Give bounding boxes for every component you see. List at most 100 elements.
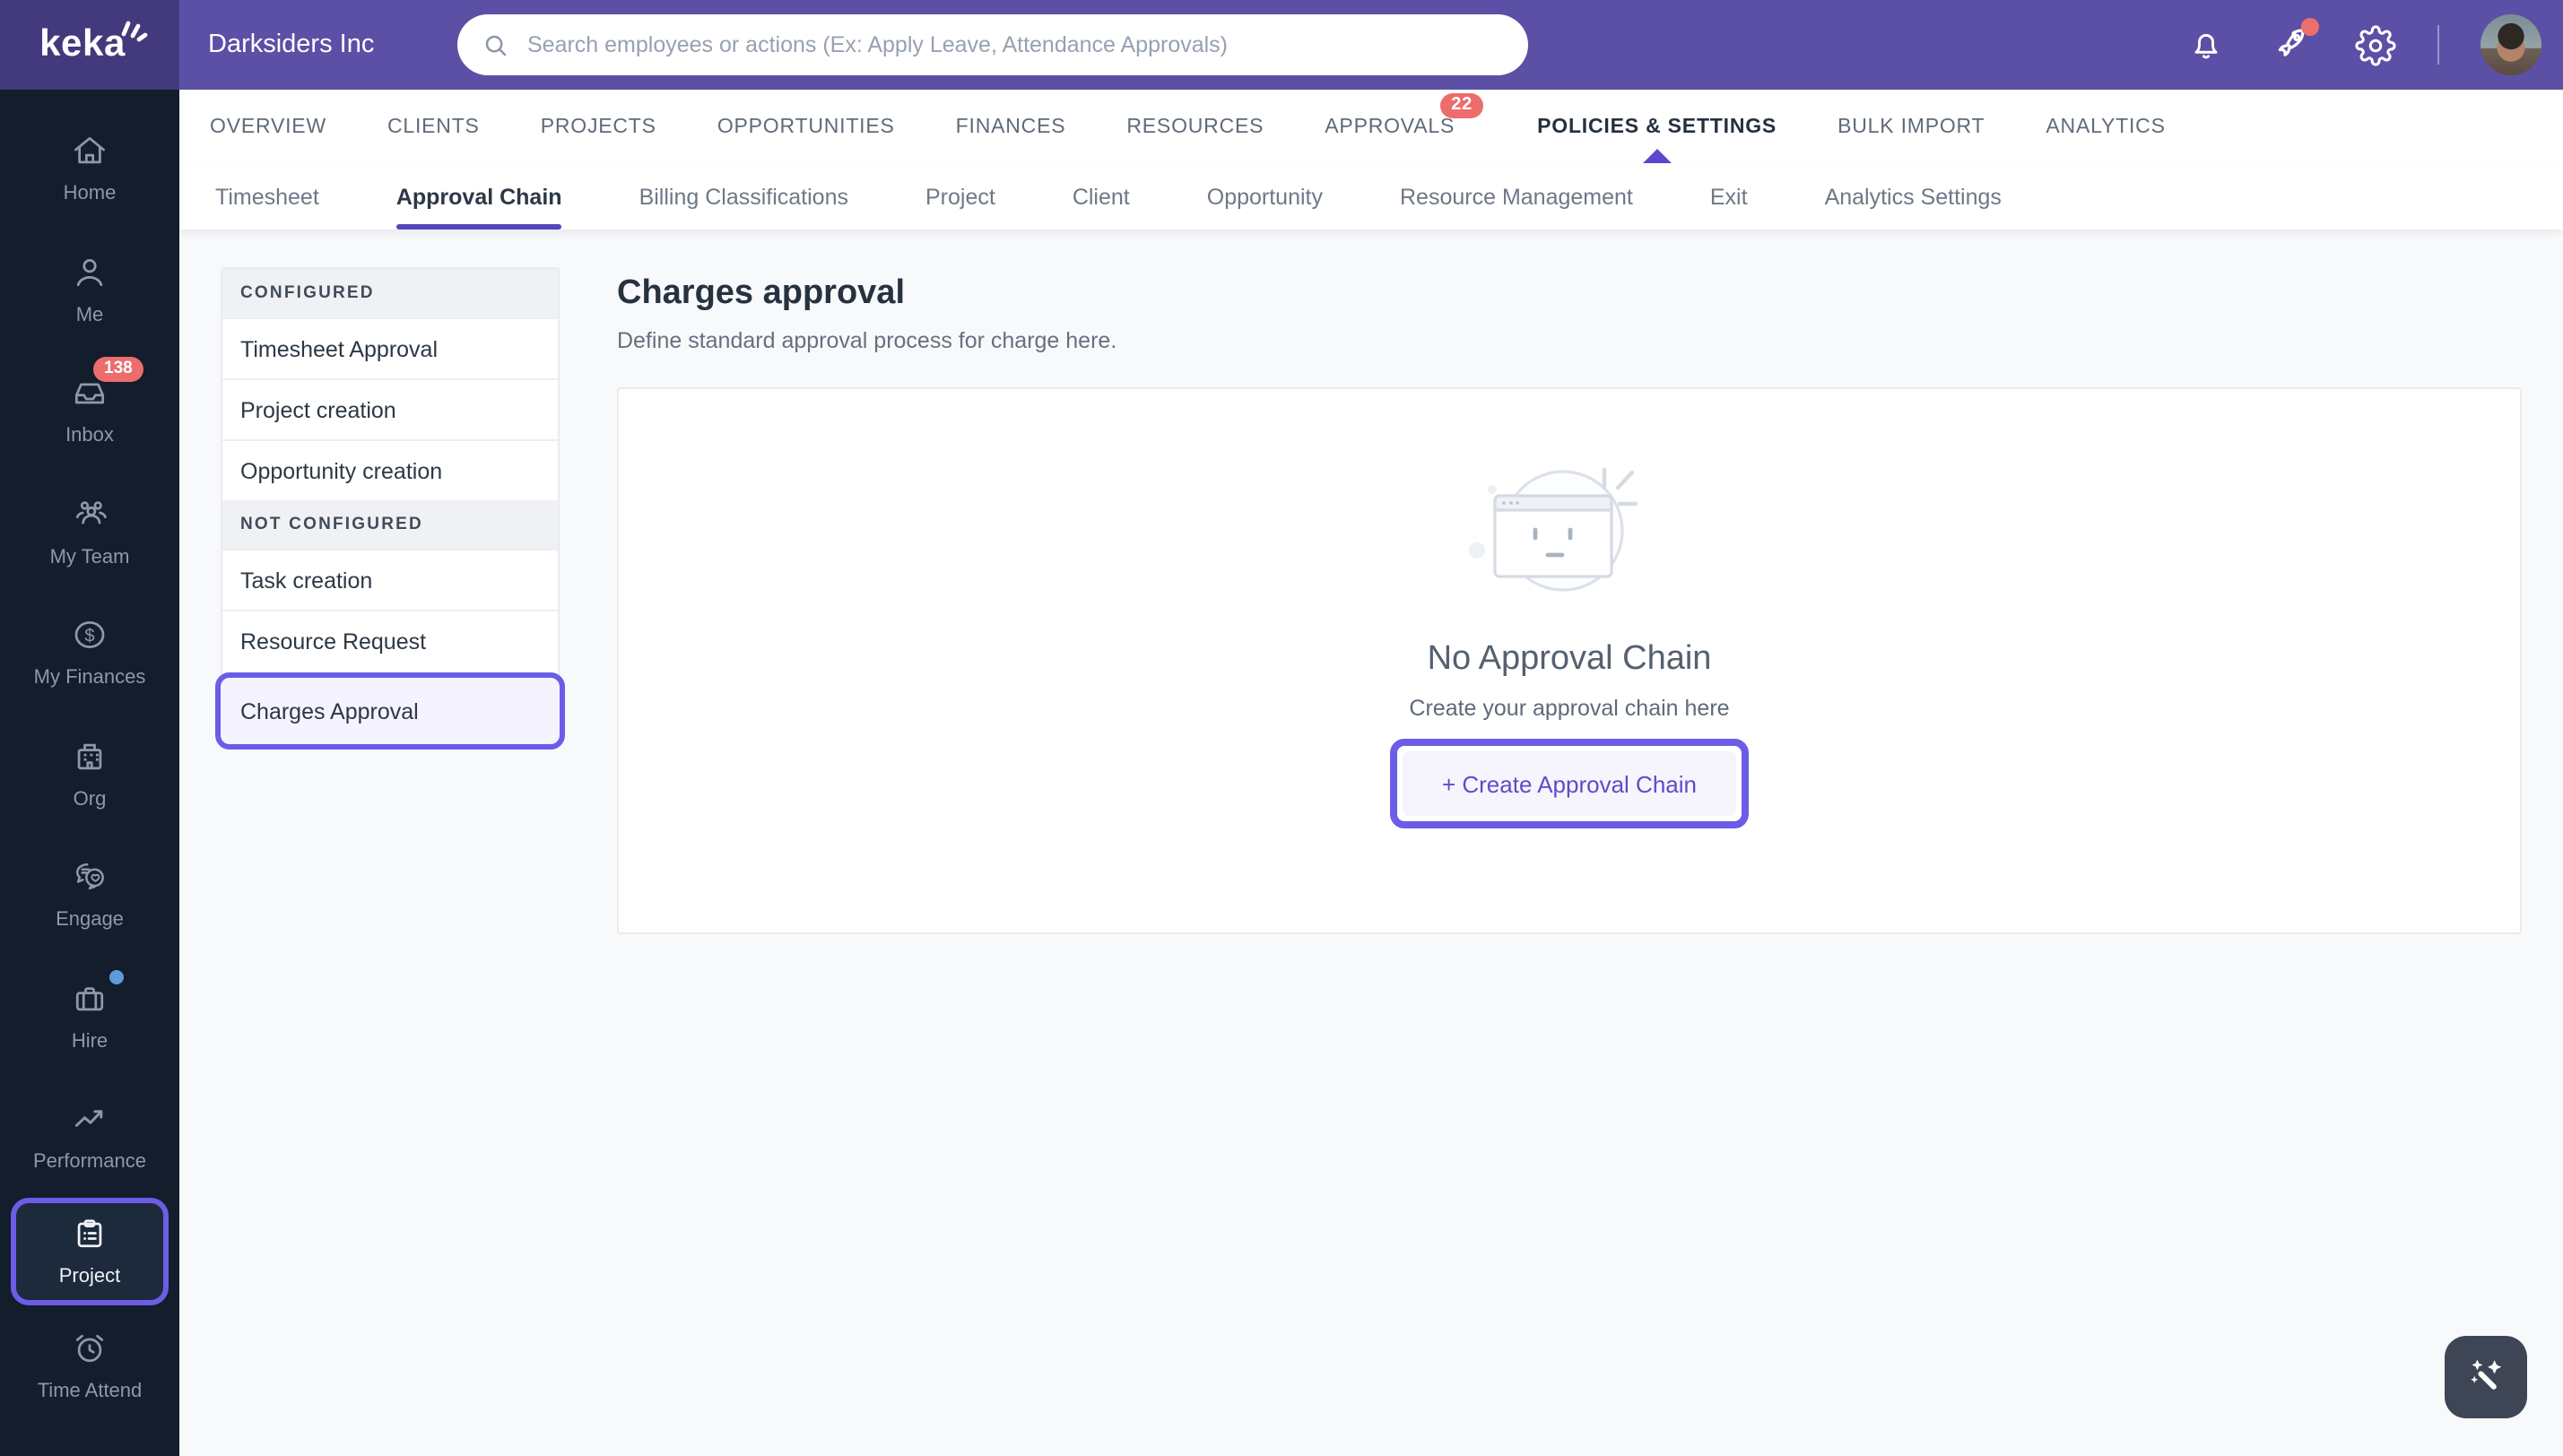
tab-resources[interactable]: RESOURCES	[1126, 90, 1264, 163]
empty-state-illustration	[1469, 467, 1638, 592]
svg-text:$: $	[84, 627, 94, 646]
subtab-billing-classifications[interactable]: Billing Classifications	[639, 163, 848, 230]
sidebar-label: Home	[63, 183, 117, 205]
inbox-badge: 138	[93, 357, 143, 382]
subtab-label: Analytics Settings	[1824, 184, 2002, 209]
company-name: Darksiders Inc	[208, 30, 375, 59]
create-approval-chain-highlight: + Create Approval Chain	[1389, 739, 1749, 828]
tab-label: OPPORTUNITIES	[717, 116, 895, 137]
page-column: Charges approval Define standard approva…	[617, 267, 2522, 934]
empty-state-title: No Approval Chain	[1427, 640, 1712, 678]
tab-analytics[interactable]: ANALYTICS	[2046, 90, 2165, 163]
sidebar-label: Time Attend	[37, 1380, 143, 1402]
subtab-label: Exit	[1709, 184, 1748, 209]
subtab-approval-chain[interactable]: Approval Chain	[395, 163, 563, 230]
subtab-exit[interactable]: Exit	[1710, 163, 1748, 230]
list-item-label: Project creation	[240, 397, 396, 422]
tab-clients[interactable]: CLIENTS	[387, 90, 480, 163]
time-attend-icon	[70, 1329, 109, 1368]
sidebar-label: Project	[58, 1266, 121, 1287]
sidebar-label: Hire	[71, 1030, 109, 1053]
list-item-label: Opportunity creation	[240, 458, 443, 483]
sidebar: Home Me 138 Inbox My Team $ My Finances …	[0, 90, 179, 1456]
subtab-timesheet[interactable]: Timesheet	[215, 163, 319, 230]
tab-projects[interactable]: PROJECTS	[541, 90, 656, 163]
section-header-configured: CONFIGURED	[222, 269, 558, 317]
page-subtitle: Define standard approval process for cha…	[617, 328, 1117, 353]
subtab-opportunity[interactable]: Opportunity	[1207, 163, 1323, 230]
settings-button[interactable]	[2353, 23, 2396, 66]
inbox-icon: 138	[70, 357, 143, 413]
list-item-resource-request[interactable]: Resource Request	[222, 610, 558, 671]
engage-icon	[70, 858, 109, 897]
tab-overview[interactable]: OVERVIEW	[210, 90, 326, 163]
tab-opportunities[interactable]: OPPORTUNITIES	[717, 90, 895, 163]
content: CONFIGURED Timesheet Approval Project cr…	[179, 230, 2563, 934]
list-item-project-creation[interactable]: Project creation	[222, 378, 558, 439]
subtab-client[interactable]: Client	[1073, 163, 1130, 230]
tab-policies-settings[interactable]: POLICIES & SETTINGS	[1537, 90, 1777, 163]
sidebar-label: My Finances	[33, 667, 146, 689]
user-avatar[interactable]	[2480, 14, 2541, 75]
bell-icon	[2194, 33, 2218, 59]
sidebar-item-project[interactable]: Project	[11, 1197, 169, 1304]
tab-label: POLICIES & SETTINGS	[1537, 116, 1777, 137]
sidebar-label: Engage	[56, 909, 124, 932]
whats-new-button[interactable]	[2269, 18, 2319, 66]
sidebar-label: Me	[75, 304, 104, 326]
subtab-resource-management[interactable]: Resource Management	[1400, 163, 1633, 230]
tab-bulk-import[interactable]: BULK IMPORT	[1838, 90, 1985, 163]
team-icon	[70, 495, 109, 534]
sidebar-label: Performance	[33, 1151, 146, 1174]
list-item-task-creation[interactable]: Task creation	[222, 549, 558, 610]
sidebar-item-performance[interactable]: Performance	[0, 1076, 179, 1197]
person-icon	[70, 253, 109, 292]
sidebar-item-me[interactable]: Me	[0, 229, 179, 350]
list-item-label: Charges Approval	[240, 698, 419, 724]
subtab-label: Opportunity	[1206, 184, 1323, 209]
sidebar-item-home[interactable]: Home	[0, 108, 179, 229]
list-item-opportunity-creation[interactable]: Opportunity creation	[222, 439, 558, 500]
module-nav: OVERVIEW CLIENTS PROJECTS OPPORTUNITIES …	[179, 90, 2563, 163]
sidebar-item-inbox[interactable]: 138 Inbox	[0, 350, 179, 471]
approvals-count-badge: 22	[1440, 93, 1484, 118]
global-search[interactable]	[457, 14, 1528, 75]
topbar: keka Darksiders Inc	[0, 0, 2563, 90]
tab-label: BULK IMPORT	[1838, 116, 1985, 137]
search-input[interactable]	[524, 30, 1503, 59]
hire-icon	[70, 969, 124, 1018]
subtab-label: Timesheet	[215, 184, 319, 209]
assistant-fab[interactable]	[2445, 1336, 2527, 1418]
org-icon	[70, 737, 109, 776]
notifications-button[interactable]	[2185, 23, 2228, 66]
list-item-charges-approval[interactable]: Charges Approval	[215, 672, 565, 750]
subtab-project[interactable]: Project	[925, 163, 995, 230]
tab-label: PROJECTS	[540, 116, 656, 137]
sidebar-label: Inbox	[65, 425, 114, 447]
create-approval-chain-button[interactable]: + Create Approval Chain	[1402, 751, 1736, 816]
page-title: Charges approval	[617, 274, 905, 312]
keka-logo[interactable]: keka	[0, 0, 179, 90]
search-icon	[485, 34, 507, 56]
list-item-label: Resource Request	[240, 628, 427, 654]
tab-approvals[interactable]: APPROVALS 22	[1325, 90, 1484, 163]
settings-subnav: Timesheet Approval Chain Billing Classif…	[179, 163, 2563, 230]
sidebar-item-org[interactable]: Org	[0, 713, 179, 834]
list-item-timesheet-approval[interactable]: Timesheet Approval	[222, 317, 558, 378]
list-item-label: Timesheet Approval	[240, 336, 439, 361]
sidebar-item-my-finances[interactable]: $ My Finances	[0, 592, 179, 713]
sidebar-item-time-attend[interactable]: Time Attend	[0, 1304, 179, 1426]
app-root: keka Darksiders Inc Search employees or …	[0, 0, 2563, 1456]
subtab-analytics-settings[interactable]: Analytics Settings	[1825, 163, 2002, 230]
tab-finances[interactable]: FINANCES	[956, 90, 1066, 163]
subtab-label: Billing Classifications	[639, 184, 848, 209]
sidebar-label: My Team	[49, 546, 130, 568]
home-icon	[70, 132, 109, 171]
topbar-divider	[2437, 25, 2439, 65]
sidebar-item-my-team[interactable]: My Team	[0, 471, 179, 592]
hire-notification-dot	[109, 969, 124, 984]
subtab-label: Project	[925, 184, 995, 209]
sidebar-item-hire[interactable]: Hire	[0, 955, 179, 1076]
sidebar-item-engage[interactable]: Engage	[0, 834, 179, 955]
subtab-label: Approval Chain	[395, 184, 562, 209]
